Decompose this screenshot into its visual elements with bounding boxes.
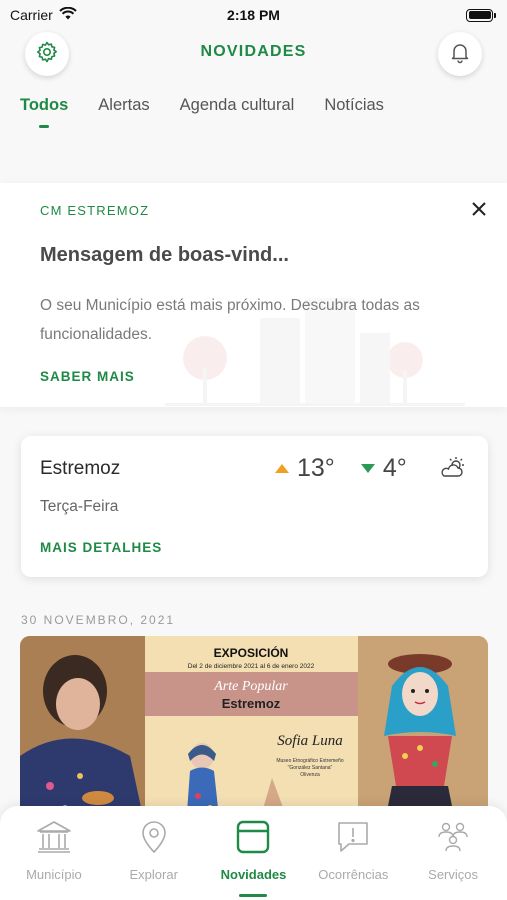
welcome-source: CM ESTREMOZ [40, 203, 150, 218]
bottom-navigation: Município Explorar Novidades Ocorrências… [0, 806, 507, 900]
weather-city: Estremoz [40, 458, 121, 479]
partly-cloudy-icon [439, 456, 467, 485]
max-temperature: 13° [297, 454, 335, 482]
report-icon [335, 820, 371, 857]
poster-subtitle: Arte Popular [213, 679, 288, 694]
wifi-icon [59, 6, 77, 23]
nav-item-explorar[interactable]: Explorar [104, 806, 204, 900]
services-icon [435, 820, 471, 857]
welcome-title: Mensagem de boas-vind... [40, 244, 289, 266]
nav-item-novidades[interactable]: Novidades [204, 806, 304, 900]
tab-agenda-cultural[interactable]: Agenda cultural [180, 96, 295, 115]
nav-label-explorar: Explorar [129, 867, 178, 882]
close-icon [471, 201, 487, 222]
map-pin-icon [136, 820, 172, 857]
nav-item-servicos[interactable]: Serviços [403, 806, 503, 900]
temp-up-icon [275, 464, 289, 473]
poster-place: Estremoz [222, 696, 281, 711]
nav-item-ocorrencias[interactable]: Ocorrências [303, 806, 403, 900]
tab-todos[interactable]: Todos [20, 96, 68, 128]
nav-label-municipio: Município [26, 867, 82, 882]
temp-down-icon [360, 464, 375, 473]
poster-heading: EXPOSICIÓN [214, 645, 289, 660]
feed-date: 30 NOVEMBRO, 2021 [21, 613, 176, 627]
news-card[interactable]: EXPOSICIÓN Del 2 de diciembre 2021 al 6 … [20, 636, 488, 826]
weather-day: Terça-Feira [40, 498, 119, 515]
poster-venue-line3: Olivenza [300, 772, 320, 778]
close-button[interactable] [466, 198, 492, 224]
exhibition-poster-image: EXPOSICIÓN Del 2 de diciembre 2021 al 6 … [20, 636, 488, 826]
weather-temperatures: 13° 4° [275, 454, 407, 483]
nav-label-novidades: Novidades [220, 867, 287, 882]
bell-icon [448, 40, 472, 69]
status-bar: Carrier 2:18 PM [0, 0, 507, 30]
header: NOVIDADES [0, 30, 507, 78]
poster-artist: Sofia Luna [277, 733, 342, 749]
poster-venue-line2: "González Santana" [288, 765, 333, 771]
news-icon [235, 820, 271, 857]
weather-card[interactable]: Estremoz 13° 4° Terça-Feira MAIS DETALHE… [21, 436, 488, 577]
learn-more-link[interactable]: SABER MAIS [40, 369, 135, 384]
tab-noticias[interactable]: Notícias [324, 96, 384, 115]
nav-label-ocorrencias: Ocorrências [318, 867, 389, 882]
building-icon [36, 820, 72, 857]
tab-alertas[interactable]: Alertas [98, 96, 149, 115]
nav-item-municipio[interactable]: Município [4, 806, 104, 900]
filter-tabs: Todos Alertas Agenda cultural Notícias [20, 96, 384, 128]
poster-venue-line1: Museo Etnográfico Extremeño [276, 758, 343, 764]
nav-label-servicos: Serviços [428, 867, 479, 882]
more-details-link[interactable]: MAIS DETALHES [40, 540, 162, 555]
active-indicator [239, 894, 268, 897]
carrier-label: Carrier [10, 7, 53, 23]
notifications-button[interactable] [438, 32, 482, 76]
welcome-body: O seu Município está mais próximo. Descu… [40, 297, 420, 343]
battery-icon [466, 8, 496, 22]
min-temperature: 4° [382, 454, 407, 482]
welcome-card[interactable]: CM ESTREMOZ Mensagem de boas-vind... O s… [0, 183, 507, 407]
page-title: NOVIDADES [200, 43, 307, 60]
poster-dates: Del 2 de diciembre 2021 al 6 de enero 20… [188, 663, 315, 670]
